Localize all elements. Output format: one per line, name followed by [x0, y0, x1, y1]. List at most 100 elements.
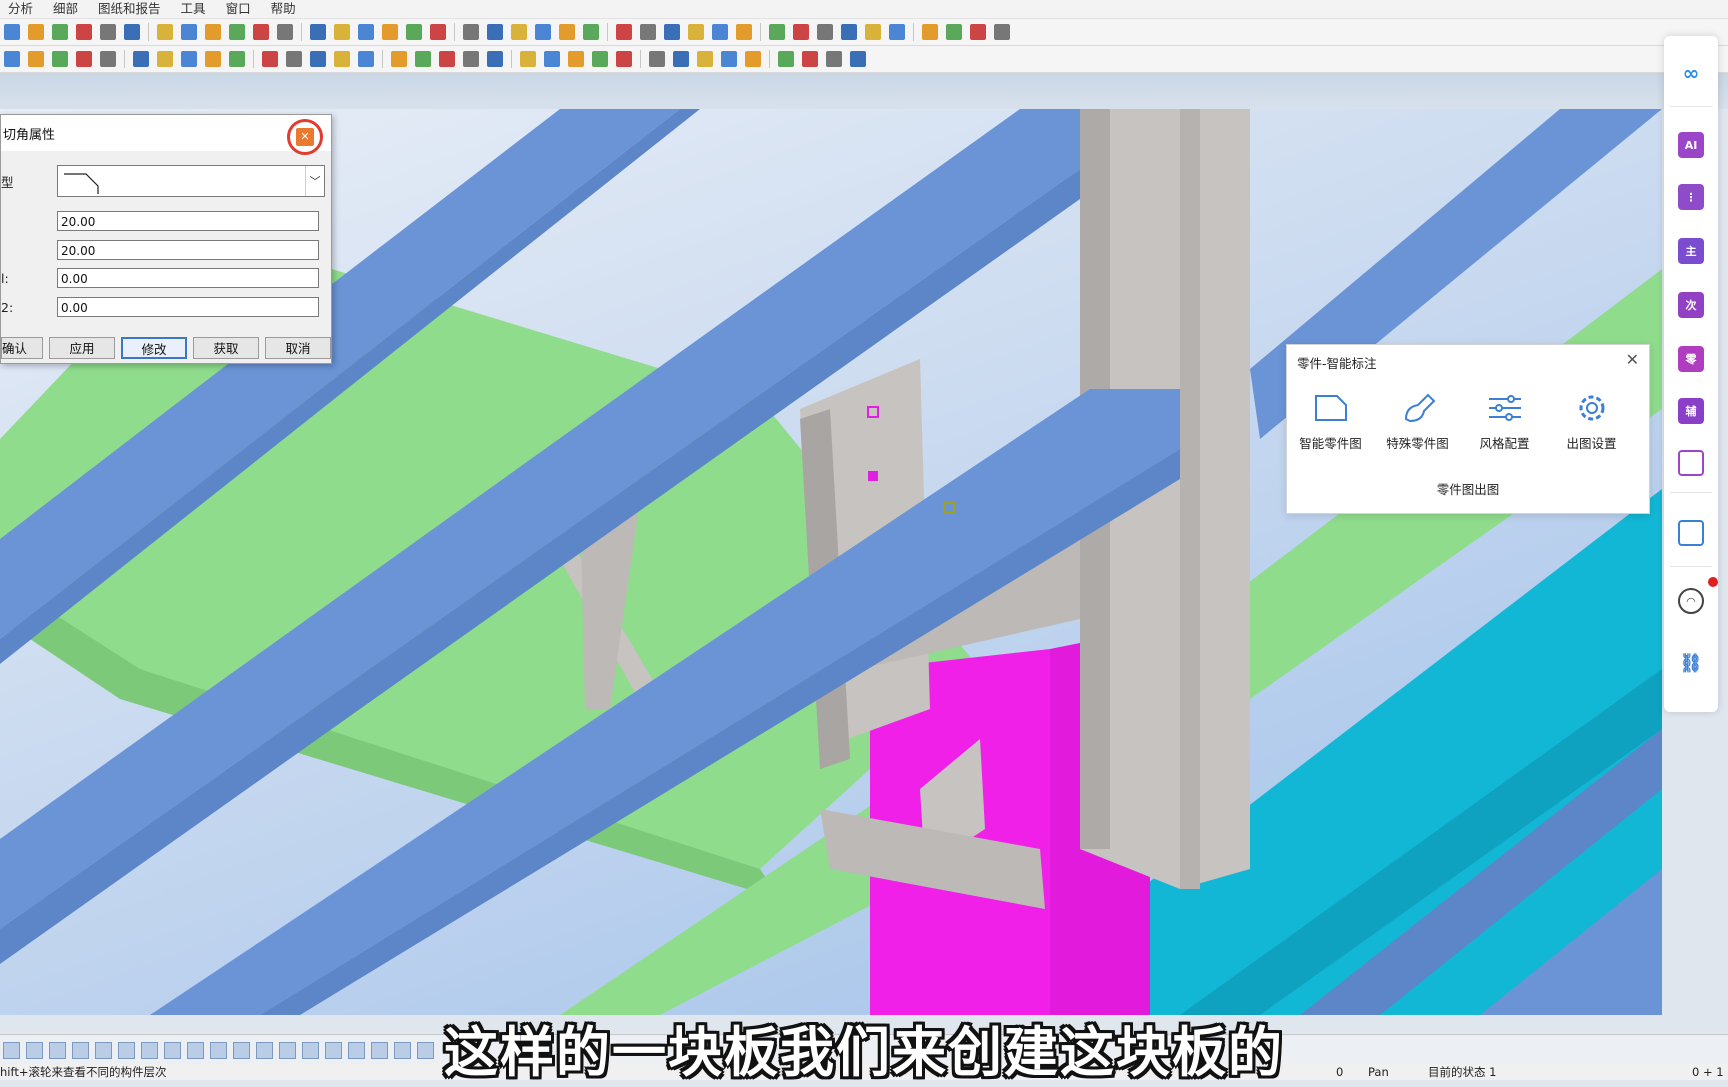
- toolbar-tool-icon[interactable]: [334, 24, 350, 40]
- toolbar-tool-icon[interactable]: [334, 51, 350, 67]
- toolbar-tool-icon[interactable]: [640, 24, 656, 40]
- menu-detailing[interactable]: 细部: [45, 0, 90, 18]
- toolbar-tool-icon[interactable]: [841, 24, 857, 40]
- toolbar-tool-icon[interactable]: [769, 24, 785, 40]
- toolbar-tool-icon[interactable]: [205, 24, 221, 40]
- toolbar-tool-icon[interactable]: [673, 51, 689, 67]
- toolbar-tool-icon[interactable]: [583, 24, 599, 40]
- output-settings-button[interactable]: 出图设置: [1548, 393, 1635, 452]
- toolbar-tool-icon[interactable]: [568, 51, 584, 67]
- ai-aux-icon[interactable]: 辅: [1678, 398, 1704, 424]
- toolbar-tool-icon[interactable]: [463, 24, 479, 40]
- panel-close-icon[interactable]: ✕: [1626, 350, 1639, 369]
- toolbar-tool-icon[interactable]: [520, 51, 536, 67]
- toolbar-tool-icon[interactable]: [511, 24, 527, 40]
- toolbar-tool-icon[interactable]: [358, 51, 374, 67]
- style-config-button[interactable]: 风格配置: [1461, 393, 1548, 452]
- toolbar-tool-icon[interactable]: [736, 24, 752, 40]
- modify-button[interactable]: 修改: [121, 337, 187, 359]
- distance-3-input[interactable]: 0.00: [57, 268, 319, 288]
- toolbar-tool-icon[interactable]: [28, 51, 44, 67]
- menu-tools[interactable]: 工具: [173, 0, 218, 18]
- apply-button[interactable]: 应用: [49, 337, 115, 359]
- toolbar-tool-icon[interactable]: [415, 51, 431, 67]
- special-part-drawing-button[interactable]: 特殊零件图: [1374, 393, 1461, 452]
- grid-icon[interactable]: [1678, 520, 1704, 546]
- toolbar-tool-icon[interactable]: [778, 51, 794, 67]
- toolbar-tool-icon[interactable]: [802, 51, 818, 67]
- toolbar-tool-icon[interactable]: [649, 51, 665, 67]
- toolbar-tool-icon[interactable]: [946, 24, 962, 40]
- toolbar-tool-icon[interactable]: [712, 24, 728, 40]
- toolbar-tool-icon[interactable]: [544, 51, 560, 67]
- toolbar-tool-icon[interactable]: [100, 51, 116, 67]
- toolbar-tool-icon[interactable]: [52, 24, 68, 40]
- toolbar-tool-icon[interactable]: [592, 51, 608, 67]
- ok-button[interactable]: 确认: [1, 337, 43, 359]
- toolbar-tool-icon[interactable]: [253, 24, 269, 40]
- toolbar-tool-icon[interactable]: [559, 24, 575, 40]
- toolbar-tool-icon[interactable]: [133, 51, 149, 67]
- toolbar-tool-icon[interactable]: [826, 51, 842, 67]
- infinity-logo-icon[interactable]: ∞: [1678, 60, 1704, 86]
- distance-1-input[interactable]: 20.00: [57, 211, 319, 231]
- menu-drawings-reports[interactable]: 图纸和报告: [90, 0, 173, 18]
- toolbar-tool-icon[interactable]: [229, 51, 245, 67]
- toolbar-tool-icon[interactable]: [4, 24, 20, 40]
- toolbar-tool-icon[interactable]: [100, 24, 116, 40]
- dialog-close-button[interactable]: ✕: [287, 119, 323, 155]
- toolbar-tool-icon[interactable]: [616, 51, 632, 67]
- menu-window[interactable]: 窗口: [218, 0, 263, 18]
- toolbar-tool-icon[interactable]: [430, 24, 446, 40]
- toolbar-tool-icon[interactable]: [688, 24, 704, 40]
- toolbar-tool-icon[interactable]: [277, 24, 293, 40]
- toolbar-tool-icon[interactable]: [28, 24, 44, 40]
- get-button[interactable]: 获取: [193, 337, 259, 359]
- toolbar-tool-icon[interactable]: [850, 51, 866, 67]
- toolbar-tool-icon[interactable]: [181, 51, 197, 67]
- toolbar-tool-icon[interactable]: [793, 24, 809, 40]
- toolbar-tool-icon[interactable]: [970, 24, 986, 40]
- ai-drawing-icon[interactable]: AI: [1678, 132, 1704, 158]
- toolbar-tool-icon[interactable]: [406, 24, 422, 40]
- chamfer-type-select[interactable]: ﹀: [57, 165, 325, 197]
- toolbar-tool-icon[interactable]: [4, 51, 20, 67]
- toolbar-tool-icon[interactable]: [664, 24, 680, 40]
- toolbar-tool-icon[interactable]: [487, 51, 503, 67]
- toolbar-tool-icon[interactable]: [439, 51, 455, 67]
- toolbar-tool-icon[interactable]: [382, 24, 398, 40]
- toolbar-tool-icon[interactable]: [865, 24, 881, 40]
- menu-help[interactable]: 帮助: [263, 0, 308, 18]
- ai-flow-icon[interactable]: ⋮: [1678, 184, 1704, 210]
- link-icon[interactable]: ⛓: [1678, 650, 1704, 676]
- toolbar-tool-icon[interactable]: [535, 24, 551, 40]
- toolbar-tool-icon[interactable]: [817, 24, 833, 40]
- toolbar-tool-icon[interactable]: [310, 51, 326, 67]
- layout-icon[interactable]: [1678, 450, 1704, 476]
- toolbar-tool-icon[interactable]: [181, 24, 197, 40]
- toolbar-tool-icon[interactable]: [463, 51, 479, 67]
- toolbar-tool-icon[interactable]: [994, 24, 1010, 40]
- distance-4-input[interactable]: 0.00: [57, 297, 319, 317]
- toolbar-tool-icon[interactable]: [721, 51, 737, 67]
- toolbar-tool-icon[interactable]: [487, 24, 503, 40]
- user-icon[interactable]: ◠: [1678, 588, 1704, 614]
- toolbar-tool-icon[interactable]: [205, 51, 221, 67]
- toolbar-tool-icon[interactable]: [229, 24, 245, 40]
- smart-part-drawing-button[interactable]: 智能零件图: [1287, 393, 1374, 452]
- toolbar-tool-icon[interactable]: [157, 51, 173, 67]
- toolbar-tool-icon[interactable]: [358, 24, 374, 40]
- toolbar-tool-icon[interactable]: [922, 24, 938, 40]
- toolbar-tool-icon[interactable]: [697, 51, 713, 67]
- ai-secondary-icon[interactable]: 次: [1678, 292, 1704, 318]
- menu-analysis[interactable]: 分析: [0, 0, 45, 18]
- toolbar-tool-icon[interactable]: [76, 24, 92, 40]
- toolbar-tool-icon[interactable]: [889, 24, 905, 40]
- toolbar-tool-icon[interactable]: [157, 24, 173, 40]
- toolbar-tool-icon[interactable]: [310, 24, 326, 40]
- toolbar-tool-icon[interactable]: [391, 51, 407, 67]
- toolbar-tool-icon[interactable]: [124, 24, 140, 40]
- distance-2-input[interactable]: 20.00: [57, 240, 319, 260]
- cancel-button[interactable]: 取消: [265, 337, 331, 359]
- toolbar-tool-icon[interactable]: [52, 51, 68, 67]
